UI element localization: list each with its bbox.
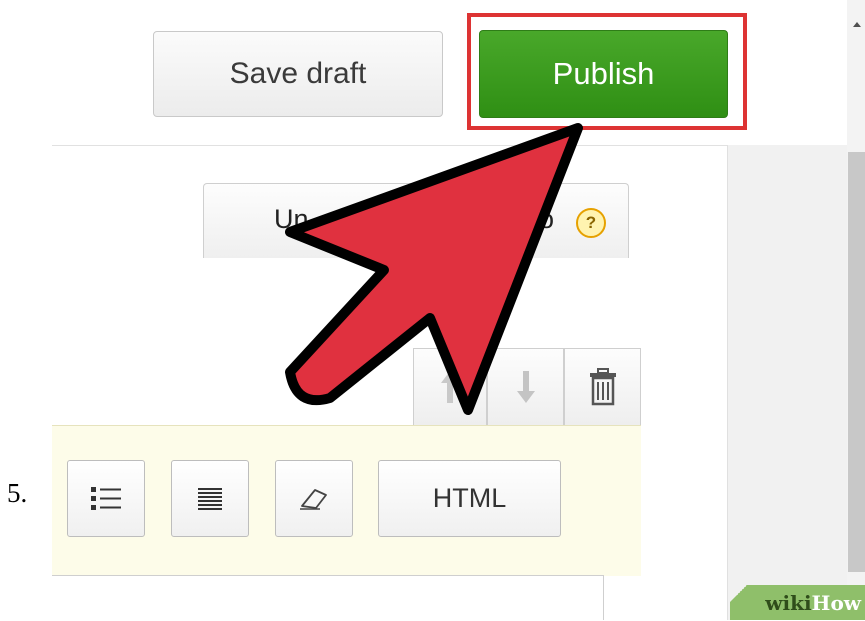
html-label: HTML xyxy=(432,483,507,513)
move-up-button[interactable] xyxy=(413,348,487,426)
move-down-button[interactable] xyxy=(487,348,564,426)
bulleted-list-icon xyxy=(91,486,121,510)
justify-button[interactable] xyxy=(171,460,249,537)
partially-hidden-button[interactable]: Un o xyxy=(203,183,629,258)
save-draft-button[interactable]: Save draft xyxy=(153,31,443,117)
trash-icon xyxy=(589,368,616,406)
eraser-button[interactable] xyxy=(275,460,353,537)
scroll-up-arrow-icon[interactable] xyxy=(853,22,861,27)
watermark-part1: wiki xyxy=(765,590,812,615)
eraser-icon xyxy=(300,488,327,510)
arrow-down-icon xyxy=(516,371,535,403)
html-button[interactable]: HTML xyxy=(378,460,561,537)
publish-highlight-box xyxy=(467,13,747,130)
step-number: 5. xyxy=(7,478,28,508)
help-icon[interactable]: ? xyxy=(576,208,606,238)
arrow-up-icon xyxy=(441,371,459,403)
sidebar-strip xyxy=(727,145,848,620)
partial-button-label-right: o xyxy=(539,204,555,234)
delete-button[interactable] xyxy=(564,348,641,426)
partial-button-label-left: Un xyxy=(274,204,309,234)
justify-align-icon xyxy=(198,487,222,510)
watermark-part2: How xyxy=(811,590,861,615)
save-draft-label: Save draft xyxy=(229,57,367,90)
post-body-editor[interactable] xyxy=(52,575,604,620)
scrollbar-thumb[interactable] xyxy=(848,152,865,572)
help-symbol: ? xyxy=(585,213,597,232)
bulleted-list-button[interactable] xyxy=(67,460,145,537)
wikihow-watermark: wiki How xyxy=(730,585,865,620)
